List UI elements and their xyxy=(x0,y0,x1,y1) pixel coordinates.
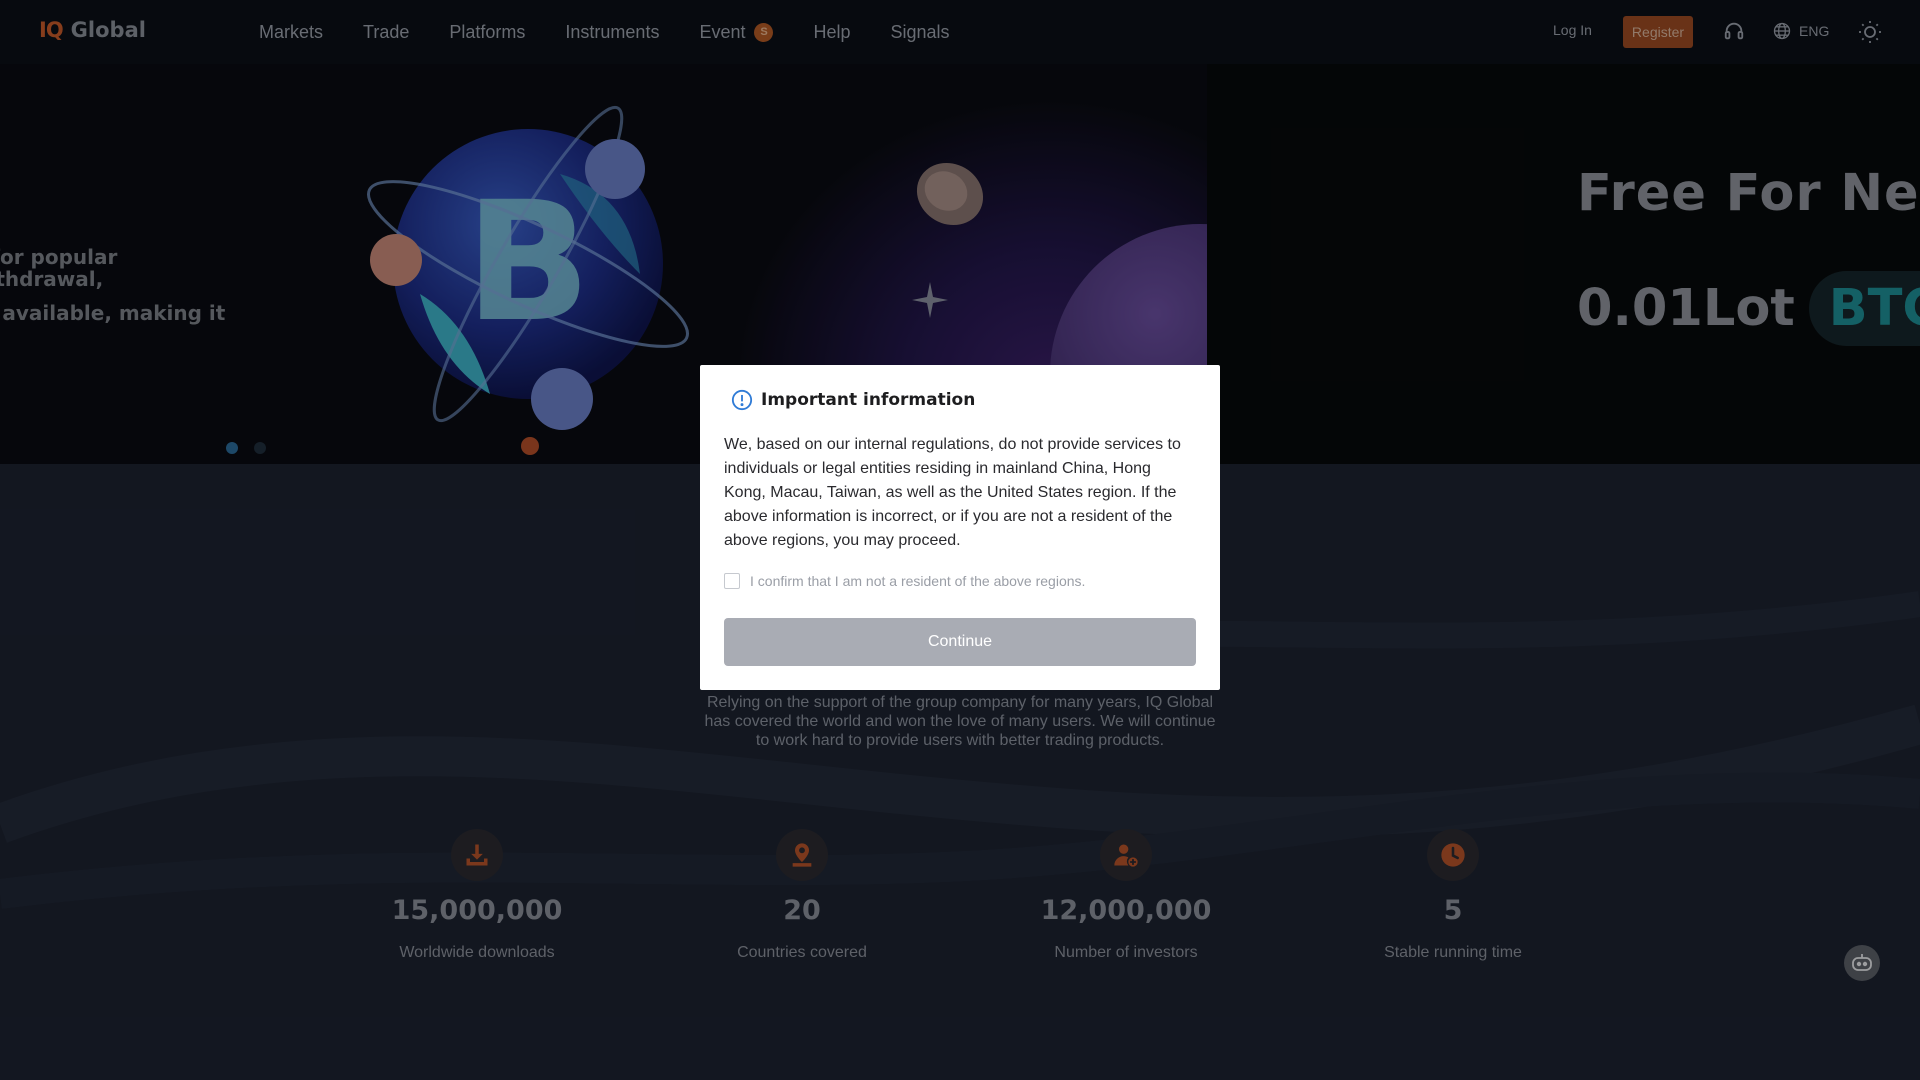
confirm-residency-checkbox[interactable] xyxy=(724,573,740,589)
info-icon xyxy=(731,389,753,411)
continue-button[interactable]: Continue xyxy=(724,618,1196,666)
confirm-residency[interactable]: I confirm that I am not a resident of th… xyxy=(724,573,1196,589)
important-information-dialog: Important information We, based on our i… xyxy=(700,365,1220,690)
dialog-title: Important information xyxy=(731,389,1196,411)
dialog-body: We, based on our internal regulations, d… xyxy=(724,436,1181,549)
dialog-title-text: Important information xyxy=(761,390,976,410)
confirm-residency-label[interactable]: I confirm that I am not a resident of th… xyxy=(750,573,1085,589)
